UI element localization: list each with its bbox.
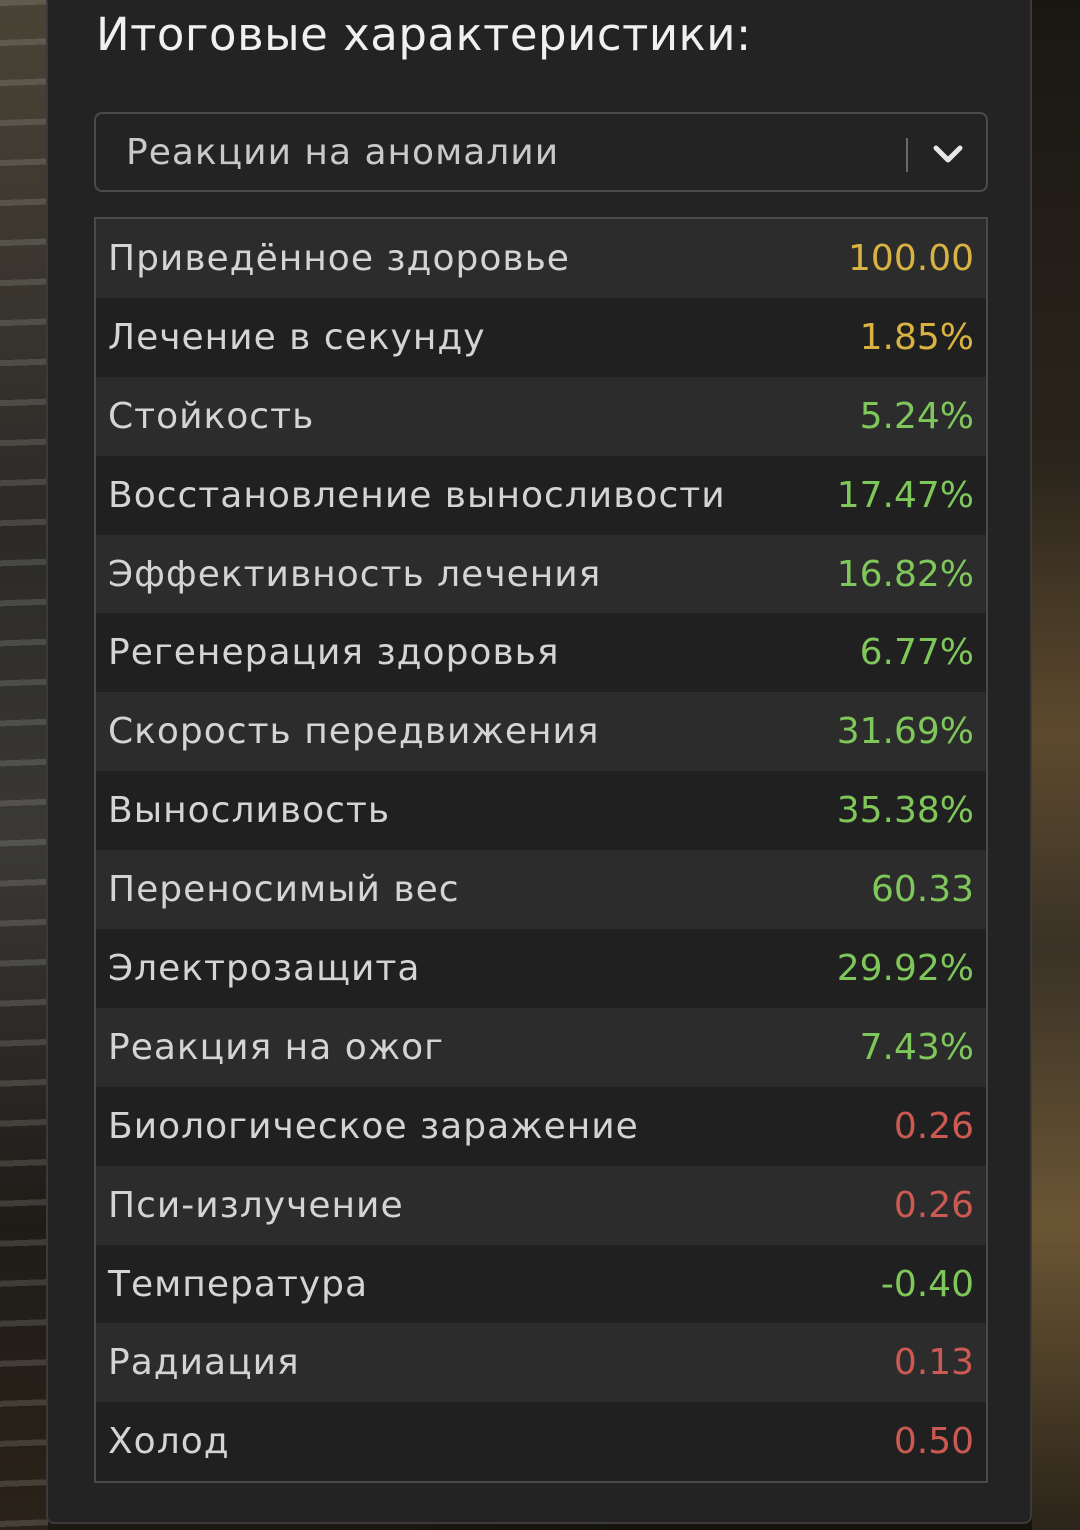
stat-row: Реакция на ожог 7.43% — [96, 1007, 986, 1087]
stat-row: Температура -0.40 — [96, 1244, 986, 1324]
stat-value: 1.85% — [859, 316, 974, 358]
stat-value: 60.33 — [870, 869, 974, 911]
stat-row: Скорость передвижения 31.69% — [96, 692, 986, 772]
stat-value: 6.77% — [859, 632, 974, 674]
background-scenery-right — [1032, 0, 1080, 1530]
stat-value: 35.38% — [836, 790, 974, 832]
stat-value: 31.69% — [836, 711, 974, 753]
stat-label: Биологическое заражение — [108, 1105, 639, 1147]
stat-label: Восстановление выносливости — [108, 474, 726, 516]
stat-label: Выносливость — [108, 790, 391, 832]
stat-row: Холод 0.50 — [96, 1402, 986, 1482]
stat-value: 16.82% — [836, 553, 974, 595]
stat-row: Восстановление выносливости 17.47% — [96, 455, 986, 535]
stat-label: Стойкость — [108, 395, 315, 437]
stat-row: Пси-излучение 0.26 — [96, 1165, 986, 1245]
stat-label: Приведённое здоровье — [108, 237, 570, 279]
chevron-down-icon[interactable] — [930, 136, 966, 172]
stat-value: -0.40 — [880, 1263, 974, 1305]
stat-value: 5.24% — [859, 395, 974, 437]
stat-row: Стойкость 5.24% — [96, 376, 986, 456]
stat-label: Регенерация здоровья — [108, 632, 560, 674]
stat-label: Эффективность лечения — [108, 553, 602, 595]
stat-label: Электрозащита — [108, 947, 421, 989]
stat-value: 100.00 — [848, 237, 974, 279]
stat-row: Эффективность лечения 16.82% — [96, 534, 986, 614]
stat-label: Реакция на ожог — [108, 1026, 445, 1068]
stat-row: Электрозащита 29.92% — [96, 929, 986, 1008]
stat-row: Радиация 0.13 — [96, 1323, 986, 1403]
stat-label: Холод — [108, 1421, 230, 1463]
stat-value: 0.26 — [893, 1105, 974, 1147]
stat-label: Температура — [108, 1263, 369, 1305]
final-stats-panel: Итоговые характеристики: Реакции на аном… — [46, 0, 1032, 1524]
dropdown-selected-value: Реакции на аномалии — [126, 132, 560, 173]
stat-value: 0.26 — [893, 1184, 974, 1226]
stat-row: Приведённое здоровье 100.00 — [96, 219, 986, 298]
stat-value: 17.47% — [836, 474, 974, 516]
stat-row: Переносимый вес 60.33 — [96, 850, 986, 930]
stat-label: Радиация — [108, 1342, 300, 1384]
stat-label: Скорость передвижения — [108, 711, 600, 753]
stat-row: Выносливость 35.38% — [96, 771, 986, 851]
stats-table: Приведённое здоровье 100.00 Лечение в секу… — [94, 217, 988, 1484]
stat-value: 29.92% — [836, 947, 974, 989]
stat-row: Биологическое заражение 0.26 — [96, 1086, 986, 1166]
stat-label: Лечение в секунду — [108, 316, 486, 358]
stat-value: 0.13 — [893, 1342, 974, 1384]
stat-row: Регенерация здоровья 6.77% — [96, 613, 986, 693]
stat-value: 7.43% — [859, 1026, 974, 1068]
stat-category-dropdown[interactable]: Реакции на аномалии — [94, 112, 988, 192]
stat-value: 0.50 — [893, 1421, 974, 1463]
panel-title: Итоговые характеристики: — [96, 8, 752, 61]
dropdown-separator — [906, 138, 908, 172]
stat-row: Лечение в секунду 1.85% — [96, 297, 986, 377]
stat-label: Пси-излучение — [108, 1184, 404, 1226]
background-scenery-left — [0, 0, 48, 1530]
stat-label: Переносимый вес — [108, 869, 460, 911]
